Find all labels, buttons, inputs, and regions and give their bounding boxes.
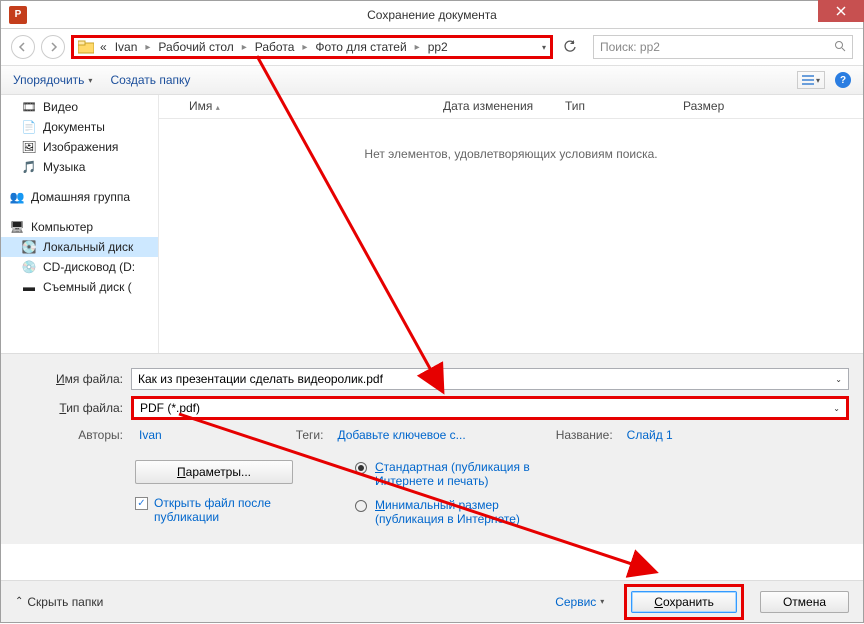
help-icon[interactable]: ? <box>835 72 851 88</box>
tags-label: Теги: <box>296 428 330 442</box>
sidebar-item-local-disk[interactable]: 💽Локальный диск <box>1 237 158 257</box>
save-button[interactable]: СохранитьСохранить <box>631 591 737 613</box>
open-after-label[interactable]: Открыть файл после публикации <box>154 496 304 524</box>
chevron-down-icon[interactable]: ▾ <box>542 43 546 52</box>
filename-value: Как из презентации сделать видеоролик.pd… <box>138 372 383 386</box>
hide-folders-toggle[interactable]: ⌃ Скрыть папки <box>15 595 103 609</box>
title-label: Название: <box>556 428 619 442</box>
search-icon <box>834 40 846 55</box>
window-title: Сохранение документа <box>1 8 863 22</box>
breadcrumb-bar[interactable]: « Ivan▸ Рабочий стол▸ Работа▸ Фото для с… <box>71 35 553 59</box>
sidebar-item-documents[interactable]: 📄Документы <box>1 117 158 137</box>
chevron-down-icon: ▾ <box>600 597 604 606</box>
sidebar-item-music[interactable]: 🎵Музыка <box>1 157 158 177</box>
cd-icon: 💿 <box>21 259 37 275</box>
organize-button[interactable]: Упорядочить ▾ <box>13 73 92 87</box>
close-button[interactable] <box>818 0 864 22</box>
sidebar-item-computer[interactable]: 🖥Компьютер <box>1 217 158 237</box>
column-date[interactable]: Дата изменения <box>435 95 557 118</box>
tags-value[interactable]: Добавьте ключевое с... <box>337 428 465 442</box>
chevron-up-icon: ⌃ <box>15 596 23 607</box>
sidebar-item-removable[interactable]: ▬Съемный диск ( <box>1 277 158 297</box>
chevron-right-icon: ▸ <box>300 42 309 53</box>
image-icon: 🖼 <box>21 139 37 155</box>
chevron-down-icon[interactable]: ⌄ <box>835 375 842 384</box>
filename-label: ИИмя файла:мя файла: <box>15 372 131 386</box>
tools-dropdown[interactable]: Сервис ▾ <box>555 595 604 609</box>
chevron-right-icon: ▸ <box>143 42 152 53</box>
breadcrumb-item[interactable]: pp2 <box>426 40 450 54</box>
filetype-value: PDF (*.pdf) <box>140 401 200 415</box>
parameters-button[interactable]: Параметры...Параметры... <box>135 460 293 484</box>
breadcrumb-item[interactable]: Фото для статей <box>313 40 408 54</box>
open-after-checkbox[interactable] <box>135 497 148 510</box>
music-icon: 🎵 <box>21 159 37 175</box>
view-options-button[interactable]: ▾ <box>797 71 825 89</box>
authors-value[interactable]: Ivan <box>139 428 162 442</box>
chevron-down-icon: ▾ <box>816 76 820 85</box>
sidebar-item-homegroup[interactable]: 👥Домашняя группа <box>1 187 158 207</box>
opt-standard-radio[interactable] <box>355 462 367 474</box>
homegroup-icon: 👥 <box>9 189 25 205</box>
sidebar-item-images[interactable]: 🖼Изображения <box>1 137 158 157</box>
new-folder-button[interactable]: Создать папку <box>110 73 190 87</box>
breadcrumb-item[interactable]: Рабочий стол <box>156 40 235 54</box>
back-button[interactable] <box>11 35 35 59</box>
forward-button[interactable] <box>41 35 65 59</box>
opt-minimal-radio[interactable] <box>355 500 367 512</box>
chevron-right-icon: ▸ <box>240 42 249 53</box>
chevron-down-icon: ▾ <box>88 76 92 85</box>
empty-list-message: Нет элементов, удовлетворяющих условиям … <box>159 147 863 161</box>
refresh-button[interactable] <box>559 36 581 58</box>
opt-minimal-label[interactable]: Минимальный размер (публикация в Интерне… <box>375 498 545 526</box>
title-value[interactable]: Слайд 1 <box>627 428 673 442</box>
authors-label: Авторы: <box>15 428 131 442</box>
cancel-button[interactable]: Отмена <box>760 591 849 613</box>
opt-standard-label[interactable]: Стандартная (публикация в Интернете и пе… <box>375 460 545 488</box>
document-icon: 📄 <box>21 119 37 135</box>
breadcrumb-prefix: « <box>98 40 109 54</box>
disk-icon: 💽 <box>21 239 37 255</box>
sidebar-item-videos[interactable]: 🎞Видео <box>1 97 158 117</box>
chevron-down-icon[interactable]: ⌄ <box>833 404 840 413</box>
breadcrumb-item[interactable]: Ivan <box>113 40 140 54</box>
search-input[interactable]: Поиск: pp2 <box>593 35 853 59</box>
computer-icon: 🖥 <box>9 219 25 235</box>
filename-input[interactable]: Как из презентации сделать видеоролик.pd… <box>131 368 849 390</box>
search-placeholder: Поиск: pp2 <box>600 40 660 54</box>
chevron-right-icon: ▸ <box>413 42 422 53</box>
sidebar-item-cd-drive[interactable]: 💿CD-дисковод (D: <box>1 257 158 277</box>
filetype-combo[interactable]: PDF (*.pdf) ⌄ <box>131 396 849 420</box>
breadcrumb-item[interactable]: Работа <box>253 40 297 54</box>
filetype-label: Тип файла:Тип файла: <box>15 401 131 415</box>
file-list[interactable]: Имя ▴ Дата изменения Тип Размер Нет элем… <box>159 95 863 353</box>
column-type[interactable]: Тип <box>557 95 675 118</box>
video-icon: 🎞 <box>21 99 37 115</box>
column-size[interactable]: Размер <box>675 95 755 118</box>
folder-icon <box>78 40 94 54</box>
removable-icon: ▬ <box>21 279 37 295</box>
column-name[interactable]: Имя ▴ <box>159 95 435 118</box>
sidebar: 🎞Видео 📄Документы 🖼Изображения 🎵Музыка 👥… <box>1 95 159 353</box>
